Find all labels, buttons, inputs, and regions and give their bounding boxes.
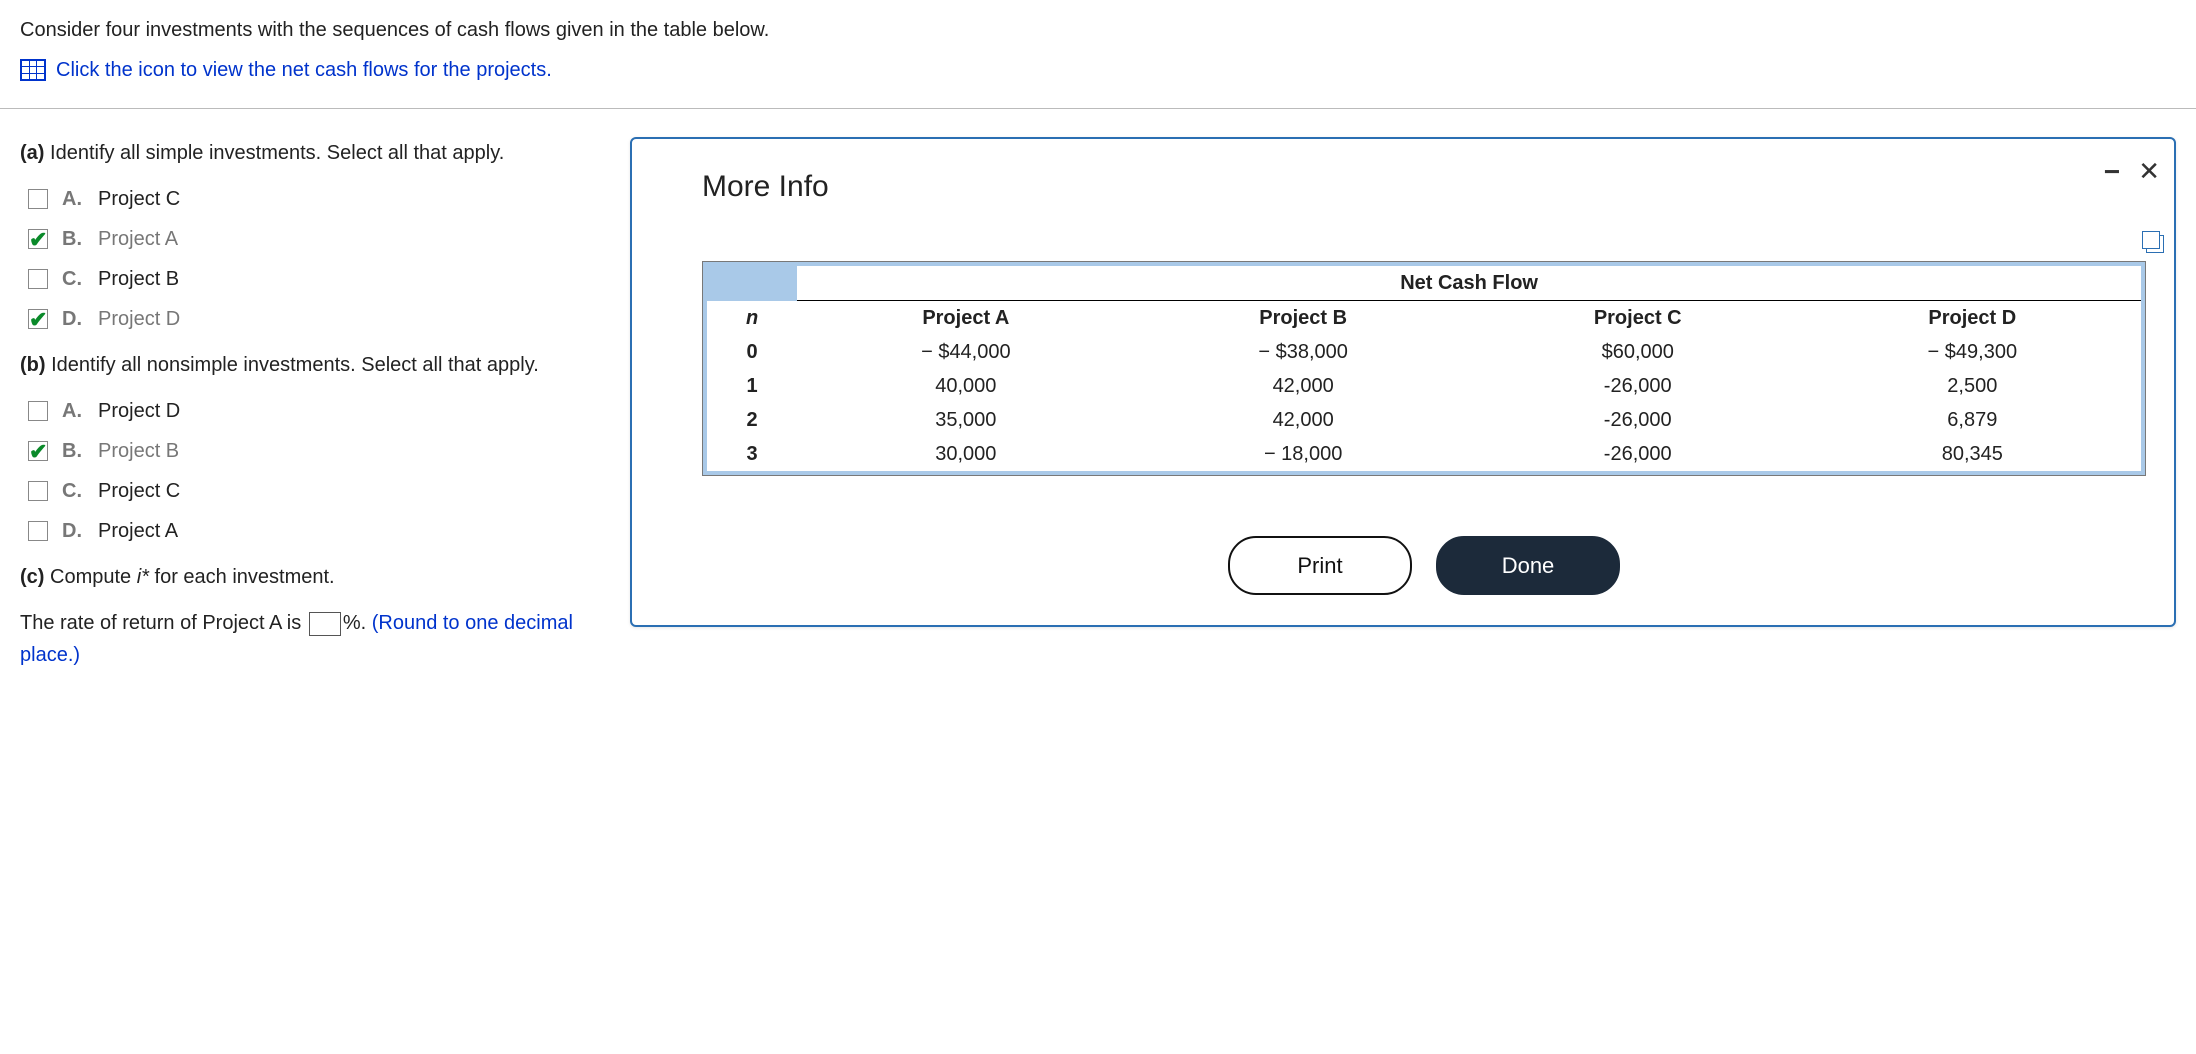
- print-button[interactable]: Print: [1228, 536, 1412, 595]
- option-letter: B.: [62, 223, 84, 255]
- part-b-label: (b): [20, 354, 46, 376]
- done-button[interactable]: Done: [1436, 536, 1620, 595]
- checkbox[interactable]: [28, 441, 48, 461]
- checkbox[interactable]: [28, 521, 48, 541]
- table-row: 0− $44,000− $38,000$60,000− $49,300: [707, 335, 2141, 369]
- cash-flow-table-wrap: Net Cash Flow nProject AProject BProject…: [702, 261, 2146, 476]
- checkbox[interactable]: [28, 309, 48, 329]
- part-a-option-c: C. Project B: [28, 263, 610, 295]
- option-letter: C.: [62, 263, 84, 295]
- part-c-answer-pre: The rate of return of Project A is: [20, 612, 307, 634]
- divider: [0, 108, 2196, 109]
- table-cell: 6,879: [1804, 403, 2141, 437]
- col-header: Project D: [1804, 301, 2141, 336]
- option-letter: D.: [62, 515, 84, 547]
- table-cell: 3: [707, 437, 797, 471]
- table-cell: 80,345: [1804, 437, 2141, 471]
- view-cashflows-label: Click the icon to view the net cash flow…: [56, 54, 552, 86]
- part-c-prompt-pre: Compute: [50, 566, 137, 588]
- checkbox[interactable]: [28, 269, 48, 289]
- part-c-prompt-post: for each investment.: [149, 566, 335, 588]
- checkbox[interactable]: [28, 401, 48, 421]
- table-cell: − $44,000: [797, 335, 1134, 369]
- option-label: Project B: [98, 435, 179, 467]
- part-b-option-a: A. Project D: [28, 395, 610, 427]
- option-letter: C.: [62, 475, 84, 507]
- table-cell: 0: [707, 335, 797, 369]
- option-label: Project C: [98, 183, 180, 215]
- option-label: Project C: [98, 475, 180, 507]
- part-a-option-b: B. Project A: [28, 223, 610, 255]
- table-cell: − 18,000: [1135, 437, 1472, 471]
- part-b-option-b: B. Project B: [28, 435, 610, 467]
- table-cell: 1: [707, 369, 797, 403]
- intro-text: Consider four investments with the seque…: [20, 14, 2176, 46]
- part-c: (c) Compute i* for each investment.: [20, 561, 610, 593]
- table-cell: 2: [707, 403, 797, 437]
- checkbox[interactable]: [28, 481, 48, 501]
- col-header: Project A: [797, 301, 1134, 336]
- part-a-option-a: A. Project C: [28, 183, 610, 215]
- option-letter: A.: [62, 395, 84, 427]
- table-cell: − $38,000: [1135, 335, 1472, 369]
- table-super-header: Net Cash Flow: [797, 266, 2141, 301]
- col-header: Project C: [1472, 301, 1804, 336]
- part-b: (b) Identify all nonsimple investments. …: [20, 349, 610, 381]
- table-row: 235,00042,000-26,0006,879: [707, 403, 2141, 437]
- option-label: Project B: [98, 263, 179, 295]
- table-cell: -26,000: [1472, 403, 1804, 437]
- table-cell: 42,000: [1135, 403, 1472, 437]
- table-cell: 42,000: [1135, 369, 1472, 403]
- part-a: (a) Identify all simple investments. Sel…: [20, 137, 610, 169]
- part-a-prompt: Identify all simple investments. Select …: [50, 142, 504, 164]
- part-b-option-d: D. Project A: [28, 515, 610, 547]
- option-letter: A.: [62, 183, 84, 215]
- part-c-answer-post: %.: [343, 612, 372, 634]
- col-header: n: [707, 301, 797, 336]
- table-cell: $60,000: [1472, 335, 1804, 369]
- option-label: Project D: [98, 303, 180, 335]
- table-cell: 40,000: [797, 369, 1134, 403]
- close-icon[interactable]: ✕: [2138, 151, 2160, 193]
- table-cell: − $49,300: [1804, 335, 2141, 369]
- cash-flow-table: Net Cash Flow nProject AProject BProject…: [707, 266, 2141, 471]
- table-cell: 30,000: [797, 437, 1134, 471]
- checkbox[interactable]: [28, 189, 48, 209]
- option-letter: D.: [62, 303, 84, 335]
- checkbox[interactable]: [28, 229, 48, 249]
- dialog-title: More Info: [702, 163, 2146, 211]
- part-c-answer-line: The rate of return of Project A is %. (R…: [20, 607, 610, 671]
- option-label: Project A: [98, 515, 178, 547]
- part-c-istar: i*: [137, 566, 149, 588]
- more-info-dialog: − ✕ More Info Net Cash Flow nProject APr…: [630, 137, 2176, 627]
- part-a-label: (a): [20, 142, 44, 164]
- table-cell: -26,000: [1472, 369, 1804, 403]
- table-cell: 2,500: [1804, 369, 2141, 403]
- copy-icon[interactable]: [2146, 235, 2164, 253]
- table-row: 330,000− 18,000-26,00080,345: [707, 437, 2141, 471]
- part-c-label: (c): [20, 566, 44, 588]
- part-b-option-c: C. Project C: [28, 475, 610, 507]
- view-cashflows-link[interactable]: Click the icon to view the net cash flow…: [20, 54, 2176, 86]
- option-label: Project A: [98, 223, 178, 255]
- option-label: Project D: [98, 395, 180, 427]
- table-icon: [20, 59, 46, 81]
- option-letter: B.: [62, 435, 84, 467]
- table-row: 140,00042,000-26,0002,500: [707, 369, 2141, 403]
- part-a-option-d: D. Project D: [28, 303, 610, 335]
- rate-input[interactable]: [309, 612, 341, 636]
- col-header: Project B: [1135, 301, 1472, 336]
- table-cell: 35,000: [797, 403, 1134, 437]
- part-b-prompt: Identify all nonsimple investments. Sele…: [51, 354, 539, 376]
- table-cell: -26,000: [1472, 437, 1804, 471]
